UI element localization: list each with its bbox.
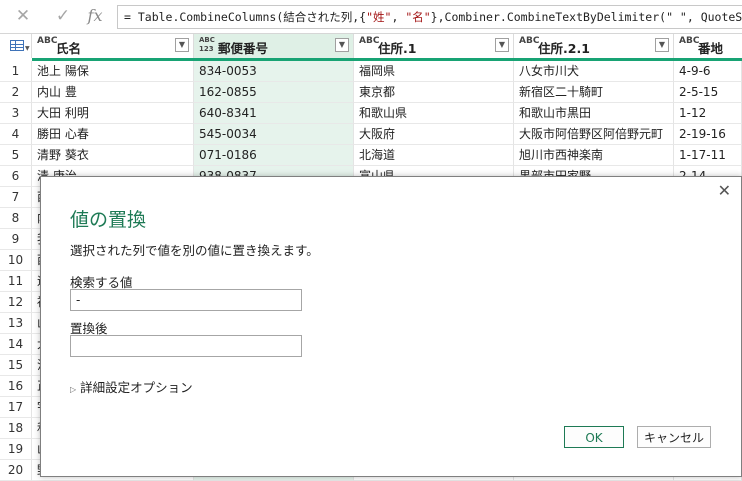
cell-postal-code[interactable]: 834-0053 — [194, 61, 354, 82]
close-icon[interactable]: ✕ — [718, 181, 731, 200]
cell-postal-code[interactable]: 162-0855 — [194, 82, 354, 103]
cancel-button[interactable]: キャンセル — [637, 426, 711, 448]
cell-postal-code[interactable]: 545-0034 — [194, 124, 354, 145]
column-header-name[interactable]: ABC 氏名 ▼ — [32, 34, 194, 58]
chevron-right-icon: ▷ — [70, 385, 77, 394]
formula-bar: ✕ ✓ fx = Table.CombineColumns(結合された列,{"姓… — [0, 0, 742, 34]
cell-address-1[interactable]: 大阪府 — [354, 124, 514, 145]
advanced-options-toggle[interactable]: ▷ 詳細設定オプション — [70, 377, 193, 396]
find-value-input[interactable] — [70, 289, 302, 311]
row-number: 18 — [0, 418, 32, 439]
cell-address-2-1[interactable]: 和歌山市黒田 — [514, 103, 674, 124]
row-number: 3 — [0, 103, 32, 124]
row-number: 4 — [0, 124, 32, 145]
formula-string-2: "名" — [405, 10, 431, 24]
row-number: 20 — [0, 460, 32, 481]
cell-address-2-1[interactable]: 新宿区二十騎町 — [514, 82, 674, 103]
row-number: 14 — [0, 334, 32, 355]
cell-block-number[interactable]: 2-5-15 — [674, 82, 742, 103]
column-title: 住所.2.1 — [538, 41, 590, 56]
column-header-address-1[interactable]: ABC 住所.1 ▼ — [354, 34, 514, 58]
chevron-down-icon: ▼ — [25, 45, 30, 52]
row-number: 8 — [0, 208, 32, 229]
filter-dropdown-icon[interactable]: ▼ — [175, 38, 189, 52]
row-number: 17 — [0, 397, 32, 418]
cell-block-number[interactable]: 1-17-11 — [674, 145, 742, 166]
table-row[interactable]: 5 清野 葵衣 071-0186 北海道 旭川市西神楽南 1-17-11 — [0, 145, 742, 166]
row-number: 11 — [0, 271, 32, 292]
row-number: 13 — [0, 313, 32, 334]
filter-dropdown-icon[interactable]: ▼ — [655, 38, 669, 52]
fx-icon[interactable]: fx — [84, 5, 106, 27]
table-row[interactable]: 2 内山 豊 162-0855 東京都 新宿区二十騎町 2-5-15 — [0, 82, 742, 103]
row-number: 16 — [0, 376, 32, 397]
cell-address-1[interactable]: 和歌山県 — [354, 103, 514, 124]
dialog-title: 値の置換 — [70, 209, 147, 231]
row-number: 5 — [0, 145, 32, 166]
dialog-description: 選択された列で値を別の値に置き換えます。 — [70, 243, 319, 258]
any-type-icon[interactable]: ABC 123 — [199, 36, 215, 54]
column-title: 番地 — [698, 41, 724, 56]
row-number: 10 — [0, 250, 32, 271]
table-icon — [10, 40, 24, 51]
formula-string-1: "姓" — [366, 10, 392, 24]
cell-address-1[interactable]: 東京都 — [354, 82, 514, 103]
table-row[interactable]: 1 池上 陽保 834-0053 福岡県 八女市川犬 4-9-6 — [0, 61, 742, 82]
cell-postal-code[interactable]: 640-8341 — [194, 103, 354, 124]
cell-postal-code[interactable]: 071-0186 — [194, 145, 354, 166]
close-icon[interactable]: ✕ — [12, 5, 34, 27]
row-number: 19 — [0, 439, 32, 460]
cell-name[interactable]: 大田 利明 — [32, 103, 194, 124]
cell-address-1[interactable]: 福岡県 — [354, 61, 514, 82]
cell-name[interactable]: 清野 葵衣 — [32, 145, 194, 166]
table-row[interactable]: 4 勝田 心春 545-0034 大阪府 大阪市阿倍野区阿倍野元町 2-19-16 — [0, 124, 742, 145]
check-icon[interactable]: ✓ — [52, 5, 74, 27]
replace-with-input[interactable] — [70, 335, 302, 357]
cell-address-2-1[interactable]: 旭川市西神楽南 — [514, 145, 674, 166]
column-header-address-2-1[interactable]: ABC 住所.2.1 ▼ — [514, 34, 674, 58]
text-type-icon[interactable]: ABC — [359, 37, 379, 46]
row-number: 6 — [0, 166, 32, 187]
row-number: 7 — [0, 187, 32, 208]
column-title: 郵便番号 — [218, 41, 269, 56]
cell-address-2-1[interactable]: 八女市川犬 — [514, 61, 674, 82]
cell-name[interactable]: 内山 豊 — [32, 82, 194, 103]
cell-block-number[interactable]: 4-9-6 — [674, 61, 742, 82]
text-type-icon[interactable]: ABC — [37, 37, 57, 46]
cell-address-1[interactable]: 北海道 — [354, 145, 514, 166]
cell-block-number[interactable]: 1-12 — [674, 103, 742, 124]
replace-values-dialog: ✕ 値の置換 選択された列で値を別の値に置き換えます。 検索する値 置換後 ▷詳… — [40, 176, 742, 477]
text-type-icon[interactable]: ABC — [519, 37, 539, 46]
cell-block-number[interactable]: 2-19-16 — [674, 124, 742, 145]
text-type-icon[interactable]: ABC — [679, 37, 699, 46]
table-menu-button[interactable]: ▼ — [0, 34, 32, 58]
column-title: 住所.1 — [378, 41, 417, 56]
column-header-block-number[interactable]: ABC 番地 — [674, 34, 742, 58]
formula-sep: , — [391, 10, 406, 24]
row-number: 15 — [0, 355, 32, 376]
cell-name[interactable]: 池上 陽保 — [32, 61, 194, 82]
row-number: 12 — [0, 292, 32, 313]
row-number: 1 — [0, 61, 32, 82]
cell-address-2-1[interactable]: 大阪市阿倍野区阿倍野元町 — [514, 124, 674, 145]
column-title: 氏名 — [56, 41, 82, 56]
formula-prefix: = Table.CombineColumns(結合された列,{ — [124, 10, 367, 24]
ok-button[interactable]: OK — [564, 426, 624, 448]
column-header-postal-code[interactable]: ABC 123 郵便番号 ▼ — [194, 34, 354, 58]
table-row[interactable]: 3 大田 利明 640-8341 和歌山県 和歌山市黒田 1-12 — [0, 103, 742, 124]
row-number: 2 — [0, 82, 32, 103]
filter-dropdown-icon[interactable]: ▼ — [495, 38, 509, 52]
formula-suffix: },Combiner.CombineTextByDelimiter(" ", Q… — [430, 10, 742, 24]
formula-input[interactable]: = Table.CombineColumns(結合された列,{"姓", "名"}… — [117, 5, 742, 29]
advanced-options-label: 詳細設定オプション — [80, 380, 193, 395]
filter-dropdown-icon[interactable]: ▼ — [335, 38, 349, 52]
cell-name[interactable]: 勝田 心春 — [32, 124, 194, 145]
row-number: 9 — [0, 229, 32, 250]
